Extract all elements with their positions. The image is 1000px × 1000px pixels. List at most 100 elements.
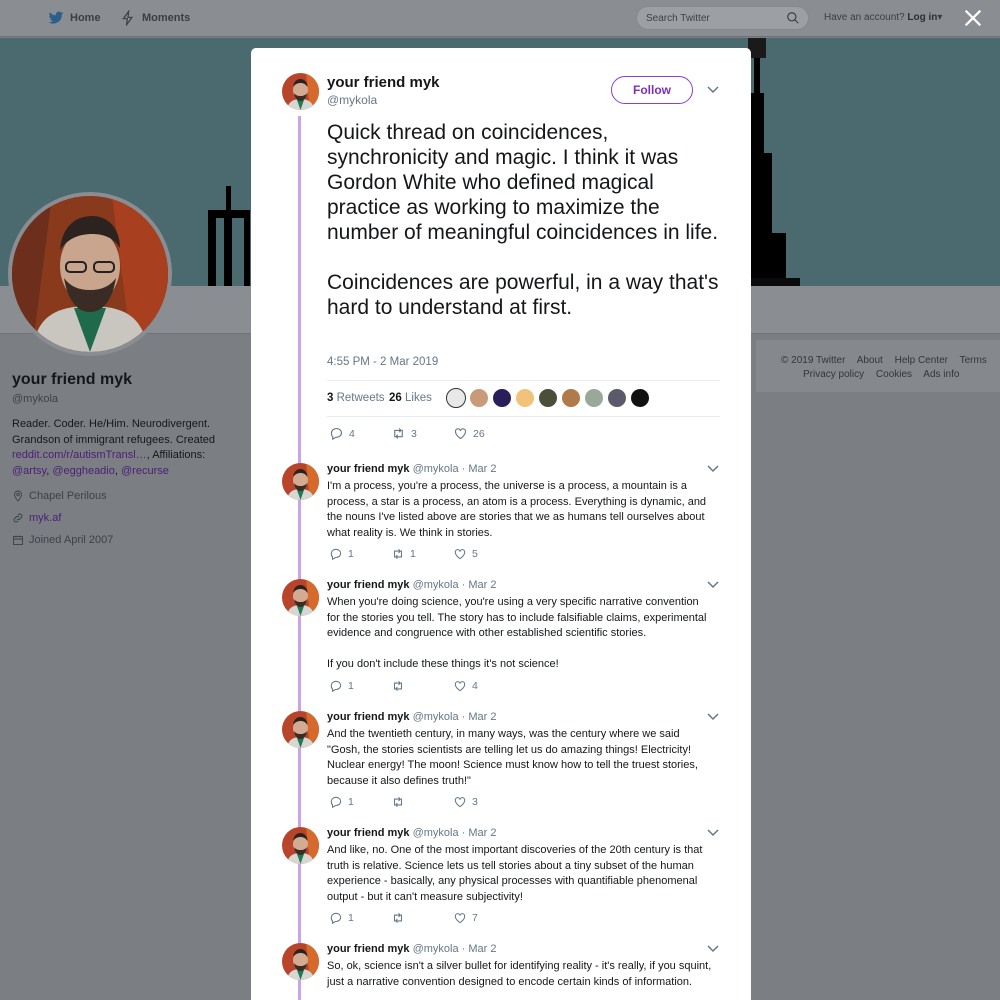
reply-header: your friend myk @mykola · Mar 2 (327, 579, 497, 591)
affiliation-link[interactable]: @recurse (121, 465, 169, 477)
reply-header: your friend myk @mykola · Mar 2 (327, 827, 497, 839)
avatar-image (282, 73, 319, 110)
liker-avatar[interactable] (515, 388, 535, 408)
website-link[interactable]: myk.af (29, 512, 61, 524)
bio-link[interactable]: reddit.com/r/autismTransl… (12, 449, 147, 461)
liker-avatar[interactable] (469, 388, 489, 408)
like-button[interactable]: 4 (453, 679, 515, 693)
retweet-button[interactable] (391, 795, 453, 809)
liker-avatar[interactable] (538, 388, 558, 408)
reply-author-handle[interactable]: @mykola (413, 579, 459, 591)
bio-text: Reader. Coder. He/Him. Neurodivergent. G… (12, 418, 215, 446)
reply-author-name[interactable]: your friend myk (327, 943, 410, 955)
chevron-down-icon[interactable] (707, 86, 719, 94)
profile-avatar[interactable] (8, 192, 172, 356)
likes-count: 26 (389, 392, 402, 404)
chevron-down-icon[interactable] (707, 945, 719, 953)
reply-icon (330, 912, 342, 925)
tweet-author-name[interactable]: your friend myk (327, 74, 440, 91)
retweet-count: 1 (410, 548, 416, 560)
liker-avatar[interactable] (492, 388, 512, 408)
reply-author-handle[interactable]: @mykola (413, 711, 459, 723)
like-button[interactable]: 3 (453, 795, 515, 809)
reply-header: your friend myk @mykola · Mar 2 (327, 711, 497, 723)
tweet-author-handle[interactable]: @mykola (327, 93, 377, 107)
liker-avatar[interactable] (630, 388, 650, 408)
reply-author-name[interactable]: your friend myk (327, 463, 410, 475)
reply-date[interactable]: · Mar 2 (462, 463, 497, 475)
reply-author-name[interactable]: your friend myk (327, 579, 410, 591)
follow-button[interactable]: Follow (611, 76, 693, 104)
footer-link-about[interactable]: About (857, 355, 883, 366)
close-icon[interactable] (962, 7, 984, 29)
retweet-button[interactable] (391, 679, 453, 693)
reply-date[interactable]: · Mar 2 (462, 943, 497, 955)
chevron-down-icon[interactable] (707, 581, 719, 589)
avatar[interactable] (282, 943, 319, 980)
reply-author-handle[interactable]: @mykola (413, 943, 459, 955)
reply-button[interactable]: 1 (329, 911, 391, 925)
liker-avatar[interactable] (584, 388, 604, 408)
reply-date[interactable]: · Mar 2 (462, 827, 497, 839)
footer-link-terms[interactable]: Terms (960, 355, 987, 366)
avatar[interactable] (282, 827, 319, 864)
tweet-timestamp[interactable]: 4:55 PM - 2 Mar 2019 (327, 356, 438, 368)
footer-link-privacy[interactable]: Privacy policy (803, 369, 864, 380)
avatar[interactable] (282, 579, 319, 616)
reply-count: 1 (348, 548, 354, 560)
reply-author-name[interactable]: your friend myk (327, 711, 410, 723)
affiliation-link[interactable]: @artsy (12, 465, 46, 477)
like-button[interactable]: 5 (453, 547, 515, 561)
nav-moments[interactable]: Moments (120, 10, 190, 26)
chevron-down-icon[interactable] (707, 829, 719, 837)
footer-link-ads-info[interactable]: Ads info (923, 369, 959, 380)
footer-link-cookies[interactable]: Cookies (876, 369, 912, 380)
login-link[interactable]: Log in (907, 12, 937, 23)
reply-button[interactable]: 1 (329, 547, 391, 561)
likes-stat[interactable]: 26 Likes (389, 392, 432, 404)
chevron-down-icon[interactable] (707, 713, 719, 721)
retweet-button[interactable] (391, 911, 453, 925)
tweet-text: Quick thread on coincidences, synchronic… (327, 121, 719, 319)
liker-avatar[interactable] (607, 388, 627, 408)
profile-handle: @mykola (12, 393, 59, 405)
reply-text: So, ok, science isn't a silver bullet fo… (327, 960, 712, 988)
like-count: 3 (472, 796, 478, 808)
reply-button[interactable]: 4 (329, 426, 391, 441)
avatar[interactable] (282, 73, 319, 110)
avatar-image (282, 827, 319, 864)
reply-date[interactable]: · Mar 2 (462, 579, 497, 591)
retweet-button[interactable]: 3 (391, 426, 453, 441)
profile-name: your friend myk (12, 371, 133, 388)
search-input[interactable] (637, 7, 777, 29)
lightning-icon (122, 10, 134, 26)
nav-home[interactable]: Home (48, 10, 101, 26)
search-box (636, 6, 809, 30)
reply-count: 4 (349, 427, 355, 440)
reply-icon (330, 548, 342, 561)
chevron-down-icon[interactable] (707, 465, 719, 473)
reply-author-handle[interactable]: @mykola (413, 827, 459, 839)
affiliation-link[interactable]: @eggheadio (52, 465, 115, 477)
footer-row-2: Privacy policy Cookies Ads info (803, 369, 968, 380)
retweets-stat[interactable]: 3 Retweets (327, 392, 385, 404)
reply-author-handle[interactable]: @mykola (413, 463, 459, 475)
search-icon[interactable] (786, 11, 800, 25)
reply-button[interactable]: 1 (329, 679, 391, 693)
reply-count: 1 (348, 680, 354, 692)
footer-card: © 2019 Twitter About Help Center Terms P… (756, 340, 1000, 392)
avatar[interactable] (282, 711, 319, 748)
reply-actions: 1 4 (329, 679, 515, 693)
reply-date[interactable]: · Mar 2 (462, 711, 497, 723)
liker-avatar[interactable] (446, 388, 466, 408)
like-button[interactable]: 26 (453, 426, 515, 441)
retweet-button[interactable]: 1 (391, 547, 453, 561)
footer-link-help-center[interactable]: Help Center (895, 355, 948, 366)
reply-author-name[interactable]: your friend myk (327, 827, 410, 839)
reply-button[interactable]: 1 (329, 795, 391, 809)
avatar[interactable] (282, 463, 319, 500)
likers-avatars (446, 388, 650, 408)
liker-avatar[interactable] (561, 388, 581, 408)
location-pin-icon (14, 490, 22, 502)
like-button[interactable]: 7 (453, 911, 515, 925)
